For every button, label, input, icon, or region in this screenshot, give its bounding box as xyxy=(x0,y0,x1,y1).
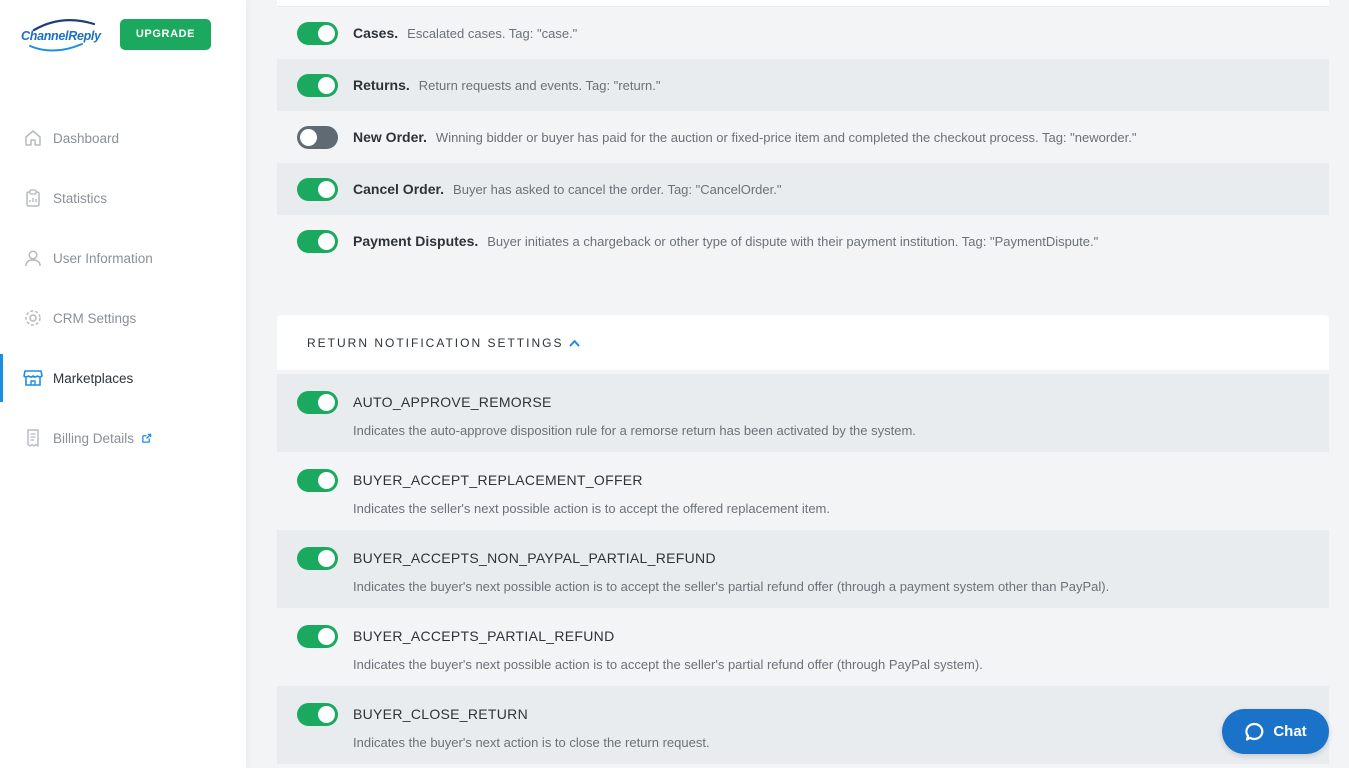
external-link-icon xyxy=(142,433,152,443)
channelreply-logo[interactable]: ChannelReply xyxy=(20,18,101,52)
gear-icon xyxy=(22,307,44,329)
sidebar-item-label: Billing Details xyxy=(53,430,135,446)
sidebar-item-user-information[interactable]: User Information xyxy=(0,228,246,288)
notification-row-payment-disputes: Payment Disputes. Buyer initiates a char… xyxy=(277,215,1329,267)
setting-buyer-close-return: BUYER_CLOSE_RETURN Indicates the buyer's… xyxy=(277,686,1329,764)
notification-row-new-order: New Order. Winning bidder or buyer has p… xyxy=(277,111,1329,163)
setting-description: Indicates the auto-approve disposition r… xyxy=(353,423,916,438)
receipt-icon xyxy=(22,427,44,449)
sidebar-item-dashboard[interactable]: Dashboard xyxy=(0,108,246,168)
row-title: Cancel Order. xyxy=(353,181,445,197)
buyer-accepts-non-paypal-partial-refund-toggle[interactable] xyxy=(297,547,338,570)
returns-toggle[interactable] xyxy=(297,73,338,97)
setting-auto-approve-remorse: AUTO_APPROVE_REMORSE Indicates the auto-… xyxy=(277,374,1329,452)
sidebar-item-label: Marketplaces xyxy=(53,370,134,386)
row-description: Buyer has asked to cancel the order. Tag… xyxy=(453,181,782,197)
notification-row-cases: Cases. Escalated cases. Tag: "case." xyxy=(277,7,1329,59)
setting-name: AUTO_APPROVE_REMORSE xyxy=(353,394,552,410)
home-icon xyxy=(22,127,44,149)
cancel-order-toggle[interactable] xyxy=(297,177,338,201)
sidebar-item-label: Dashboard xyxy=(53,130,120,146)
return-settings-header[interactable]: RETURN NOTIFICATION SETTINGS xyxy=(277,315,1329,370)
setting-name: BUYER_CLOSE_RETURN xyxy=(353,706,528,722)
setting-description: Indicates the buyer's next possible acti… xyxy=(353,657,983,672)
row-title: New Order. xyxy=(353,129,427,145)
toggle-knob xyxy=(318,472,335,489)
cases-toggle[interactable] xyxy=(297,21,338,45)
auto-approve-remorse-toggle[interactable] xyxy=(297,391,338,414)
new-order-toggle[interactable] xyxy=(297,125,338,149)
toggle-knob xyxy=(318,24,335,42)
buyer-close-return-toggle[interactable] xyxy=(297,703,338,726)
row-title: Payment Disputes. xyxy=(353,233,479,249)
upgrade-button[interactable]: UPGRADE xyxy=(120,19,211,50)
chat-label: Chat xyxy=(1273,723,1307,740)
setting-buyer-accepts-non-paypal-partial-refund: BUYER_ACCEPTS_NON_PAYPAL_PARTIAL_REFUND … xyxy=(277,530,1329,608)
user-icon xyxy=(22,247,44,269)
notification-row-cancel-order: Cancel Order. Buyer has asked to cancel … xyxy=(277,163,1329,215)
clipboard-icon xyxy=(22,187,44,209)
notification-row-returns: Returns. Return requests and events. Tag… xyxy=(277,59,1329,111)
setting-name: BUYER_ACCEPTS_PARTIAL_REFUND xyxy=(353,628,615,644)
logo-text: ChannelReply xyxy=(21,29,101,43)
sidebar: ChannelReply UPGRADE Dashboard Statistic… xyxy=(0,0,246,768)
setting-name: BUYER_ACCEPT_REPLACEMENT_OFFER xyxy=(353,472,643,488)
setting-description: Indicates the seller's next possible act… xyxy=(353,501,831,516)
toggle-knob xyxy=(318,232,335,250)
sidebar-item-label: Statistics xyxy=(53,190,108,206)
logo-underline-icon xyxy=(29,43,83,52)
sidebar-item-statistics[interactable]: Statistics xyxy=(0,168,246,228)
row-description: Escalated cases. Tag: "case." xyxy=(407,25,578,41)
sidebar-item-marketplaces[interactable]: Marketplaces xyxy=(0,348,246,408)
toggle-knob xyxy=(318,76,335,94)
setting-description: Indicates the buyer's next possible acti… xyxy=(353,579,1110,594)
payment-disputes-toggle[interactable] xyxy=(297,229,338,253)
store-icon xyxy=(22,367,44,389)
toggle-knob xyxy=(318,394,335,411)
sidebar-item-crm-settings[interactable]: CRM Settings xyxy=(0,288,246,348)
buyer-accepts-partial-refund-toggle[interactable] xyxy=(297,625,338,648)
row-description: Buyer initiates a chargeback or other ty… xyxy=(487,233,1099,249)
sidebar-item-billing-details[interactable]: Billing Details xyxy=(0,408,246,468)
chat-button[interactable]: Chat xyxy=(1222,709,1329,754)
sidebar-item-label: User Information xyxy=(53,250,153,266)
buyer-accept-replacement-offer-toggle[interactable] xyxy=(297,469,338,492)
setting-buyer-accepts-partial-refund: BUYER_ACCEPTS_PARTIAL_REFUND Indicates t… xyxy=(277,608,1329,686)
chat-bubble-icon xyxy=(1245,722,1264,741)
sidebar-nav: Dashboard Statistics User Information CR… xyxy=(0,108,246,468)
setting-buyer-accept-replacement-offer: BUYER_ACCEPT_REPLACEMENT_OFFER Indicates… xyxy=(277,452,1329,530)
card-bottom-edge xyxy=(277,0,1329,7)
toggle-knob xyxy=(318,180,335,198)
setting-description: Indicates the buyer's next action is to … xyxy=(353,735,710,750)
toggle-knob xyxy=(318,706,335,723)
section-title: RETURN NOTIFICATION SETTINGS xyxy=(307,335,564,350)
toggle-knob xyxy=(318,550,335,567)
chevron-up-icon xyxy=(569,339,580,346)
toggle-knob xyxy=(300,128,317,146)
row-title: Cases. xyxy=(353,25,399,41)
row-description: Return requests and events. Tag: "return… xyxy=(418,77,661,93)
sidebar-item-label: CRM Settings xyxy=(53,310,137,326)
row-title: Returns. xyxy=(353,77,410,93)
row-description: Winning bidder or buyer has paid for the… xyxy=(435,129,1137,145)
toggle-knob xyxy=(318,628,335,645)
setting-name: BUYER_ACCEPTS_NON_PAYPAL_PARTIAL_REFUND xyxy=(353,550,716,566)
